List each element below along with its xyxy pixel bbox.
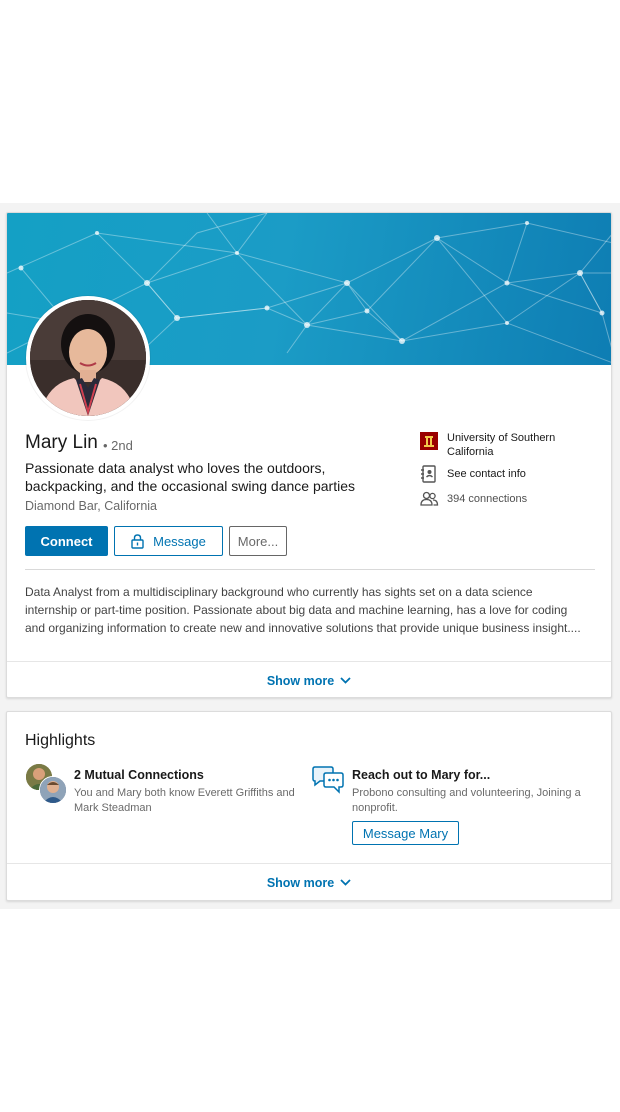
show-more-label: Show more: [266, 673, 335, 688]
profile-location: Diamond Bar, California: [25, 499, 158, 513]
chat-bubbles-icon: [312, 766, 344, 794]
highlights-show-more-button[interactable]: Show more: [7, 863, 611, 901]
reach-out-text: Probono consulting and volunteering, Joi…: [352, 787, 581, 814]
divider: [25, 569, 595, 570]
connect-button[interactable]: Connect: [25, 526, 108, 556]
chevron-down-icon: [340, 677, 351, 684]
education-name: University of Southern California: [447, 432, 556, 458]
show-more-label: Show more: [266, 875, 335, 890]
highlights-card: Highlights 2 Mutual Connections You and …: [6, 711, 612, 901]
contact-book-icon: [421, 465, 436, 483]
usc-logo-icon: [420, 432, 438, 450]
message-button-label: Message: [153, 533, 206, 549]
message-mary-button[interactable]: Message Mary: [352, 821, 459, 845]
mutual-connections-title[interactable]: 2 Mutual Connections: [74, 768, 204, 782]
reach-out-title: Reach out to Mary for...: [352, 768, 491, 782]
more-button[interactable]: More...: [229, 526, 287, 556]
profile-card: Mary Lin • 2nd Passionate data analyst w…: [6, 212, 612, 698]
message-button[interactable]: Message: [114, 526, 223, 556]
contact-info-label: See contact info: [447, 468, 526, 480]
people-icon: [420, 491, 439, 506]
connections-count: 394 connections: [447, 493, 528, 505]
profile-headline: Passionate data analyst who loves the ou…: [25, 460, 355, 494]
portrait-image: [30, 300, 146, 416]
mutual-connections-avatars[interactable]: [25, 763, 69, 804]
profile-show-more-button[interactable]: Show more: [7, 661, 611, 697]
summary-line: internship or part-time position. Passio…: [25, 603, 568, 617]
education-link[interactable]: University of Southern California: [419, 431, 587, 459]
summary-line: and organizing information to create new…: [25, 621, 581, 635]
summary-line: Data Analyst from a multidisciplinary ba…: [25, 585, 533, 599]
profile-photo[interactable]: [26, 296, 150, 420]
connections-link[interactable]: 394 connections: [419, 489, 587, 509]
profile-summary: Data Analyst from a multidisciplinary ba…: [25, 583, 600, 637]
connection-degree: • 2nd: [103, 438, 133, 453]
highlights-title: Highlights: [25, 732, 96, 749]
lock-icon: [131, 533, 144, 549]
avatar: [39, 776, 67, 804]
contact-info-link[interactable]: See contact info: [419, 464, 587, 484]
mutual-connections-text: You and Mary both know Everett Griffiths…: [74, 787, 295, 814]
chevron-down-icon: [340, 879, 351, 886]
profile-name: Mary Lin: [25, 432, 98, 453]
